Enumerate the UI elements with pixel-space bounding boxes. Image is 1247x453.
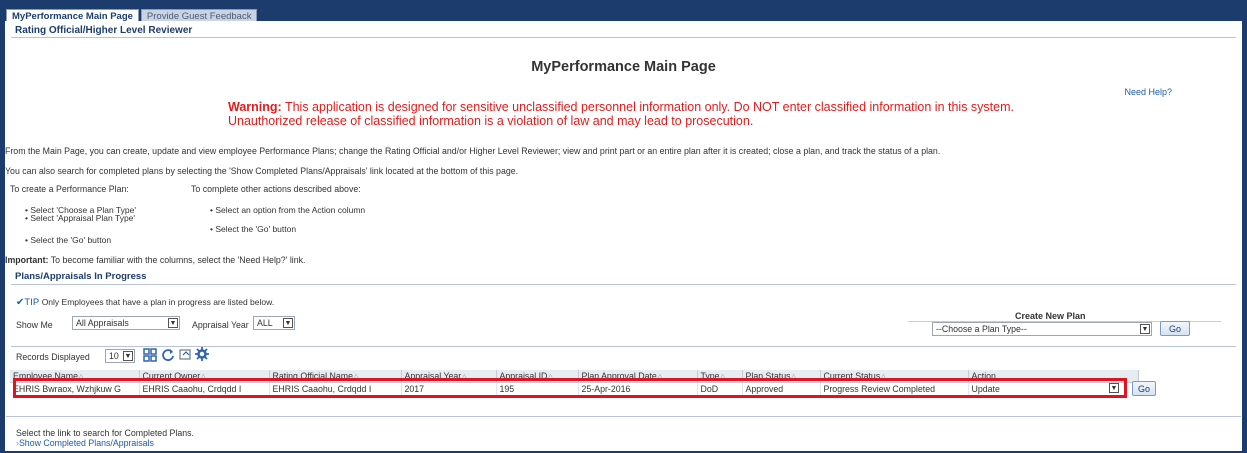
export-icon[interactable]	[179, 348, 192, 361]
tip-label: TIP	[24, 297, 40, 308]
create-plan-bullet: • Select the 'Go' button	[25, 235, 112, 245]
refresh-icon[interactable]	[161, 348, 175, 362]
other-actions-bullet: • Select an option from the Action colum…	[210, 205, 366, 215]
intro-text-2: You can also search for completed plans …	[5, 166, 519, 176]
divider	[11, 37, 1236, 38]
warning-message: Warning: This application is designed fo…	[228, 100, 1088, 128]
important-note: Important: To become familiar with the c…	[5, 255, 305, 265]
other-actions-heading: To complete other actions described abov…	[191, 184, 361, 194]
divider	[11, 284, 1236, 285]
row-highlight-box	[13, 378, 1127, 398]
plan-type-select[interactable]: --Choose a Plan Type-- ▼	[932, 322, 1152, 336]
footer-text: Select the link to search for Completed …	[16, 428, 194, 438]
important-label: Important:	[5, 255, 49, 265]
page-title: MyPerformance Main Page	[531, 59, 716, 75]
other-actions-bullet: • Select the 'Go' button	[210, 224, 297, 234]
appraisal-year-select[interactable]: ALL ▼	[253, 316, 295, 330]
create-plan-heading: To create a Performance Plan:	[10, 184, 129, 194]
chevron-down-icon: ▼	[1140, 324, 1150, 334]
need-help-link[interactable]: Need Help?	[1124, 87, 1172, 97]
create-new-plan-label: Create New Plan	[1015, 311, 1086, 321]
row-go-button[interactable]: Go	[1132, 381, 1156, 396]
show-me-label: Show Me	[16, 320, 53, 330]
gear-icon[interactable]	[195, 347, 209, 361]
warning-text: This application is designed for sensiti…	[228, 100, 1014, 128]
chevron-down-icon: ▼	[283, 318, 293, 328]
warning-label: Warning:	[228, 100, 282, 114]
intro-text-1: From the Main Page, you can create, upda…	[5, 146, 941, 156]
important-text: To become familiar with the columns, sel…	[48, 255, 306, 265]
appraisal-year-label: Appraisal Year	[192, 320, 249, 330]
column-settings-icon[interactable]	[143, 348, 157, 362]
create-plan-go-button[interactable]: Go	[1160, 321, 1190, 336]
show-me-select[interactable]: All Appraisals ▼	[72, 316, 180, 330]
show-completed-link[interactable]: ›Show Completed Plans/Appraisals	[16, 438, 154, 448]
records-displayed-select[interactable]: 10 ▼	[105, 349, 135, 363]
records-displayed-label: Records Displayed	[16, 352, 90, 362]
chevron-down-icon: ▼	[168, 318, 178, 328]
section-heading-plans: Plans/Appraisals In Progress	[15, 271, 147, 282]
section-heading-rating: Rating Official/Higher Level Reviewer	[15, 25, 193, 36]
chevron-down-icon: ▼	[123, 351, 133, 361]
create-plan-bullet: • Select 'Appraisal Plan Type'	[25, 213, 136, 223]
tip-text: Only Employees that have a plan in progr…	[41, 297, 275, 307]
divider	[6, 416, 1241, 417]
tip-line: ✔TIP Only Employees that have a plan in …	[16, 297, 274, 308]
